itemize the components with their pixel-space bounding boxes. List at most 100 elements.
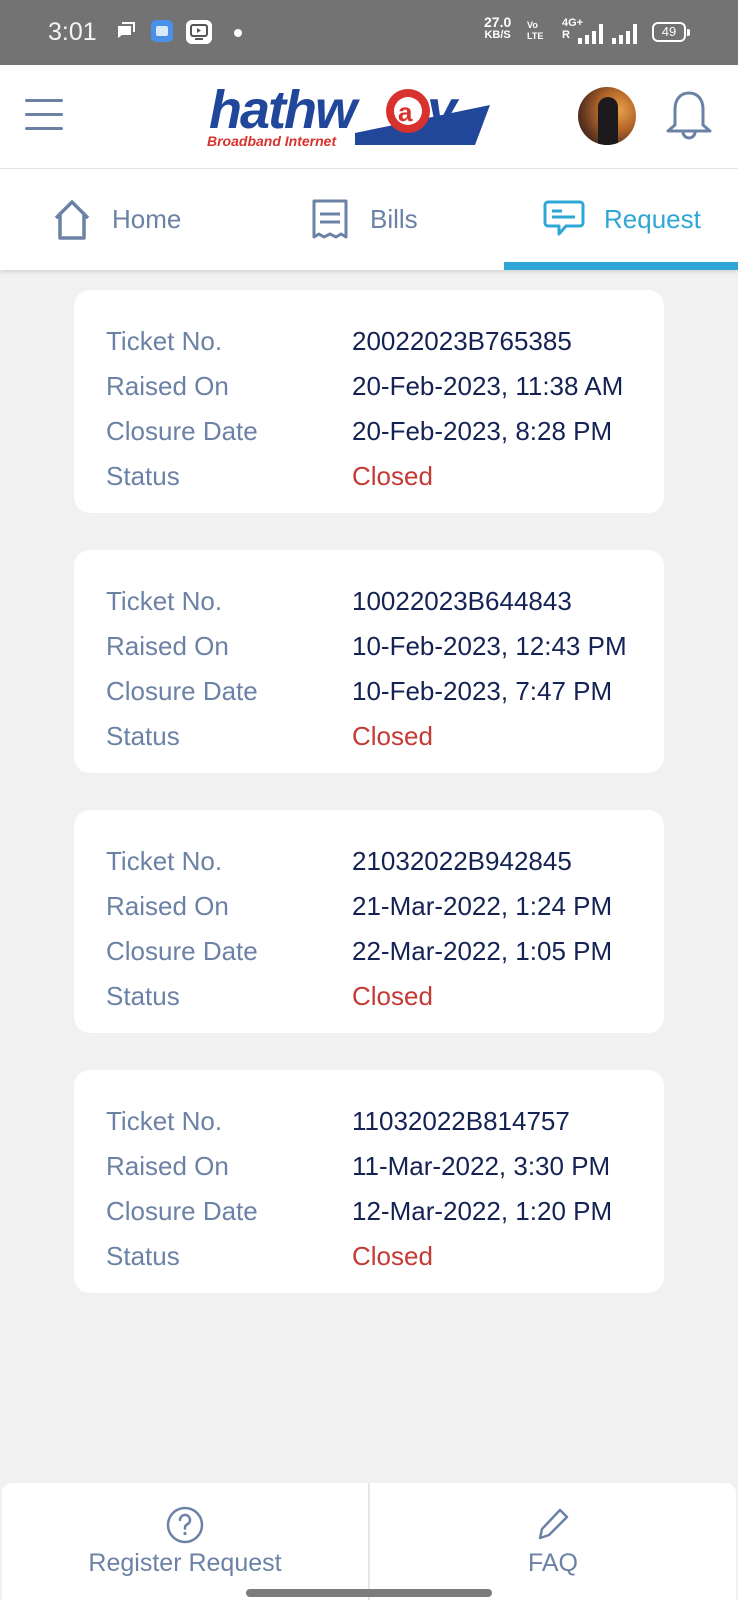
svg-text:a: a: [398, 97, 413, 127]
closure-date-value: 20-Feb-2023, 8:28 PM: [352, 416, 613, 446]
profile-avatar[interactable]: [578, 87, 636, 145]
raised-on-row: Raised On 21-Mar-2022, 1:24 PM: [106, 889, 664, 923]
tab-home-label: Home: [112, 204, 182, 234]
network-speed-value: 27.0: [484, 14, 512, 30]
app-header: hathw a y Broadband Internet: [0, 65, 738, 169]
status-time: 3:01: [48, 18, 97, 46]
status-badge: Closed: [352, 461, 433, 491]
hamburger-icon: [25, 113, 63, 116]
status-row: Status Closed: [106, 979, 664, 1013]
status-badge: Closed: [352, 1241, 433, 1271]
status-label: Status: [106, 1241, 180, 1271]
status-label: Status: [106, 721, 180, 751]
status-row: Status Closed: [106, 1239, 664, 1273]
ticket-list: Ticket No. 20022023B765385 Raised On 20-…: [74, 290, 664, 1330]
hamburger-icon: [25, 99, 63, 102]
faq-label: FAQ: [527, 1549, 578, 1577]
pencil-icon: [538, 1508, 569, 1540]
ticket-card[interactable]: Ticket No. 21032022B942845 Raised On 21-…: [74, 810, 664, 1033]
active-tab-indicator: [504, 262, 738, 270]
register-request-label: Register Request: [88, 1549, 282, 1577]
status-badge: Closed: [352, 981, 433, 1011]
bell-icon[interactable]: [664, 89, 714, 141]
ticket-no-value: 20022023B765385: [352, 326, 572, 356]
closure-date-row: Closure Date 12-Mar-2022, 1:20 PM: [106, 1194, 664, 1228]
ticket-card[interactable]: Ticket No. 11032022B814757 Raised On 11-…: [74, 1070, 664, 1293]
raised-on-value: 11-Mar-2022, 3:30 PM: [352, 1151, 611, 1181]
closure-date-row: Closure Date 22-Mar-2022, 1:05 PM: [106, 934, 664, 968]
status-badge: Closed: [352, 721, 433, 751]
tab-request[interactable]: Request: [504, 169, 738, 270]
raised-on-value: 10-Feb-2023, 12:43 PM: [352, 631, 627, 661]
more-dot-icon: [234, 29, 242, 37]
raised-on-row: Raised On 10-Feb-2023, 12:43 PM: [106, 629, 664, 663]
ticket-row: Ticket No. 21032022B942845: [106, 844, 664, 878]
network-speed: 27.0 KB/S: [484, 14, 512, 42]
battery-level: 49: [661, 24, 677, 39]
closure-date-row: Closure Date 20-Feb-2023, 8:28 PM: [106, 414, 664, 448]
home-icon: [54, 199, 90, 240]
hathway-logo: hathw a y Broadband Internet: [207, 83, 490, 149]
help-circle-icon: [166, 1506, 204, 1544]
video-notification-icon: [186, 20, 212, 44]
closure-date-label: Closure Date: [106, 1196, 258, 1226]
bottom-action-bar: Register Request FAQ: [2, 1483, 736, 1600]
ticket-card[interactable]: Ticket No. 10022023B644843 Raised On 10-…: [74, 550, 664, 773]
chat-notification-icon: [118, 22, 135, 38]
chat-bubble-icon: [543, 200, 585, 235]
network-speed-unit: KB/S: [484, 29, 511, 41]
ticket-no-label: Ticket No.: [106, 586, 223, 616]
ticket-no-label: Ticket No.: [106, 1106, 223, 1136]
raised-on-value: 21-Mar-2022, 1:24 PM: [352, 891, 613, 921]
raised-on-label: Raised On: [106, 631, 229, 661]
raised-on-label: Raised On: [106, 371, 229, 401]
battery-icon: 49: [652, 22, 690, 42]
ticket-card[interactable]: Ticket No. 20022023B765385 Raised On 20-…: [74, 290, 664, 513]
volte-indicator: Vo LTE: [527, 20, 543, 42]
faq-button[interactable]: FAQ: [368, 1483, 736, 1600]
raised-on-label: Raised On: [106, 891, 229, 921]
status-label: Status: [106, 981, 180, 1011]
status-row: Status Closed: [106, 459, 664, 493]
signal-icon: [578, 22, 603, 44]
ticket-no-label: Ticket No.: [106, 846, 223, 876]
hamburger-icon: [25, 127, 63, 130]
closure-date-value: 12-Mar-2022, 1:20 PM: [352, 1196, 613, 1226]
ticket-row: Ticket No. 20022023B765385: [106, 324, 664, 358]
closure-date-value: 22-Mar-2022, 1:05 PM: [352, 936, 613, 966]
closure-date-row: Closure Date 10-Feb-2023, 7:47 PM: [106, 674, 664, 708]
svg-text:y: y: [424, 83, 460, 140]
tab-bills[interactable]: Bills: [246, 169, 504, 270]
raised-on-row: Raised On 11-Mar-2022, 3:30 PM: [106, 1149, 664, 1183]
closure-date-value: 10-Feb-2023, 7:47 PM: [352, 676, 613, 706]
status-label: Status: [106, 461, 180, 491]
ticket-no-value: 10022023B644843: [352, 586, 572, 616]
register-request-button[interactable]: Register Request: [2, 1483, 368, 1600]
status-row: Status Closed: [106, 719, 664, 753]
receipt-icon: [312, 199, 348, 238]
logo-subtext: Broadband Internet: [207, 133, 337, 149]
raised-on-row: Raised On 20-Feb-2023, 11:38 AM: [106, 369, 664, 403]
signal-icon: [612, 22, 637, 44]
raised-on-label: Raised On: [106, 1151, 229, 1181]
app-notification-icon: [151, 20, 173, 42]
logo-text: hathw: [209, 83, 360, 140]
ticket-no-label: Ticket No.: [106, 326, 223, 356]
menu-button[interactable]: [25, 97, 63, 133]
status-bar: 3:01 27.0 KB/S Vo LTE 4G+ R 49: [0, 0, 738, 65]
ticket-row: Ticket No. 11032022B814757: [106, 1104, 664, 1138]
tab-request-label: Request: [604, 204, 701, 234]
home-indicator[interactable]: [246, 1589, 492, 1597]
tab-home[interactable]: Home: [0, 169, 246, 270]
volte-bottom: LTE: [527, 31, 544, 41]
ticket-no-value: 21032022B942845: [352, 846, 572, 876]
ticket-row: Ticket No. 10022023B644843: [106, 584, 664, 618]
closure-date-label: Closure Date: [106, 416, 258, 446]
main-tabs: Home Bills Request: [0, 169, 738, 270]
ticket-no-value: 11032022B814757: [352, 1106, 570, 1136]
closure-date-label: Closure Date: [106, 676, 258, 706]
tab-bills-label: Bills: [370, 204, 418, 234]
volte-top: Vo: [527, 20, 538, 30]
closure-date-label: Closure Date: [106, 936, 258, 966]
raised-on-value: 20-Feb-2023, 11:38 AM: [352, 371, 624, 401]
